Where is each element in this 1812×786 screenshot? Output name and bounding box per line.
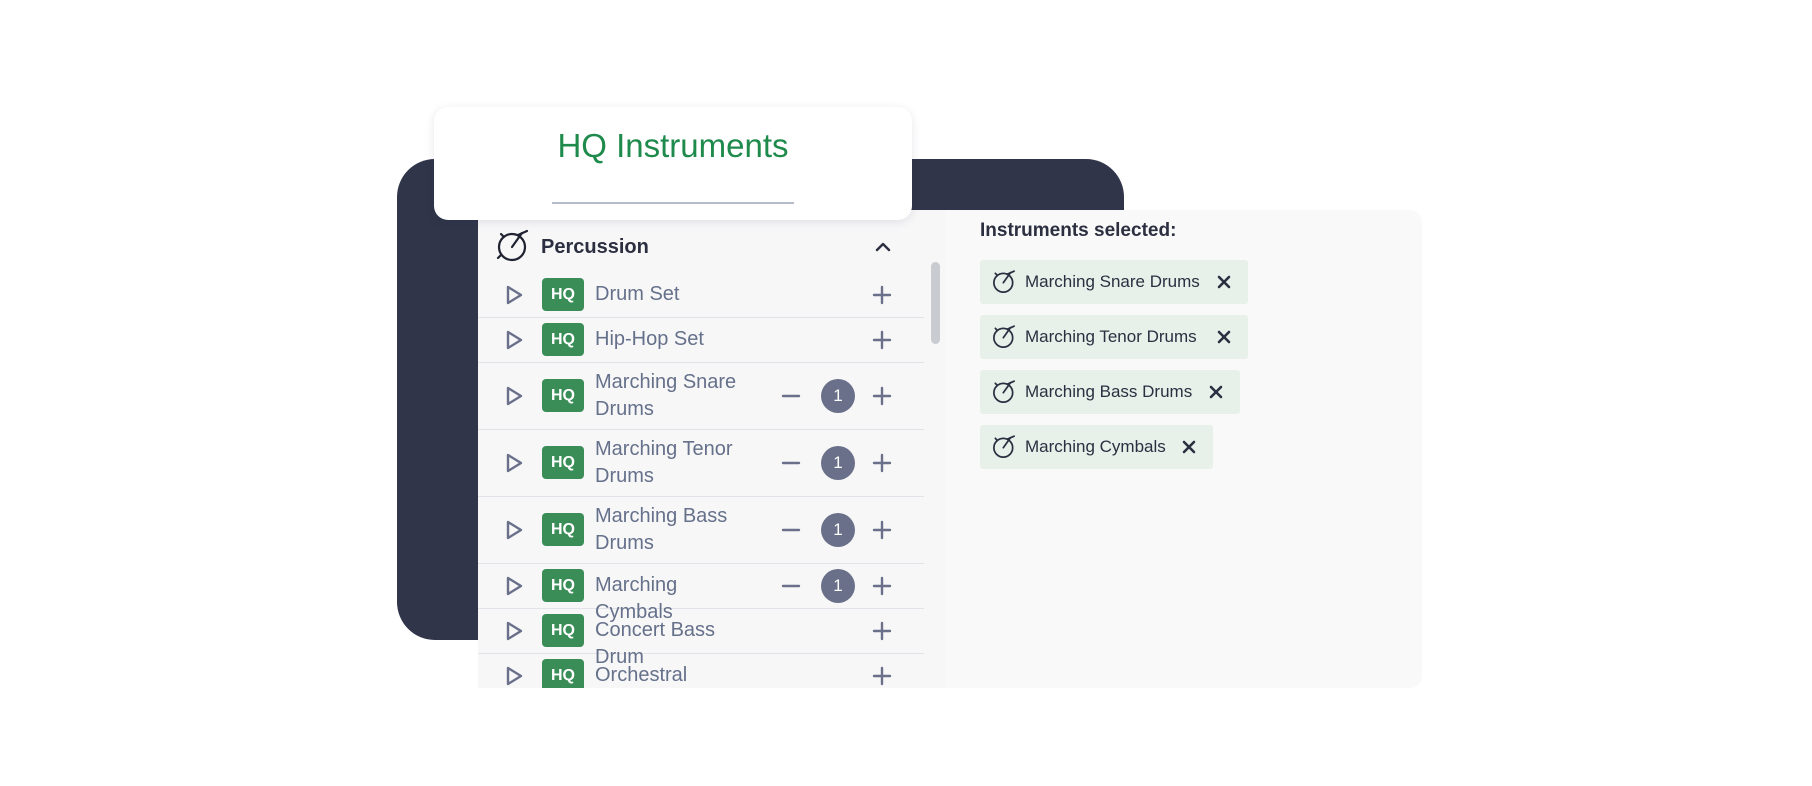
scrollbar-thumb[interactable] — [931, 262, 940, 344]
hq-badge: HQ — [542, 446, 584, 479]
category-header-percussion[interactable]: Percussion — [478, 228, 924, 268]
chip-label: Marching Cymbals — [1025, 437, 1166, 456]
add-instrument-button[interactable] — [871, 665, 893, 687]
drum-icon — [991, 434, 1017, 460]
count-badge: 1 — [821, 445, 855, 480]
drum-icon — [991, 269, 1017, 295]
selected-chip: Marching Snare Drums — [980, 260, 1248, 304]
add-instrument-button[interactable] — [871, 329, 893, 351]
page-title: HQ Instruments — [557, 127, 789, 164]
drum-icon — [495, 228, 531, 264]
hq-badge: HQ — [542, 379, 584, 412]
instrument-row: HQ Marching Snare Drums 1 — [478, 362, 924, 430]
play-icon[interactable] — [503, 575, 525, 597]
instrument-row: HQ Hip-Hop Set — [478, 317, 924, 363]
title-underline — [552, 202, 794, 204]
selected-chip: Marching Bass Drums — [980, 370, 1240, 414]
add-instrument-button[interactable] — [871, 620, 893, 642]
chip-label: Marching Bass Drums — [1025, 382, 1193, 401]
chip-label: Marching Tenor Drums — [1025, 327, 1197, 346]
instrument-row: HQ Drum Set — [478, 272, 924, 318]
add-instrument-button[interactable] — [871, 575, 893, 597]
instrument-name: Marching Tenor Drums — [595, 437, 733, 487]
instrument-name: Orchestral Cymbals — [595, 664, 688, 686]
close-icon[interactable] — [1216, 274, 1232, 290]
count-badge: 1 — [821, 512, 855, 547]
instrument-row: HQ Marching Bass Drums 1 — [478, 496, 924, 564]
play-icon[interactable] — [503, 329, 525, 351]
instrument-name: Marching Snare Drums — [595, 370, 737, 420]
hq-badge: HQ — [542, 659, 584, 688]
chip-label: Marching Snare Drums — [1025, 272, 1200, 291]
instrument-name: Hip-Hop Set — [595, 328, 704, 350]
title-card: HQ Instruments — [434, 107, 912, 220]
decrement-button[interactable] — [780, 452, 802, 474]
instrument-row: HQ Marching Cymbals 1 — [478, 563, 924, 623]
chevron-up-icon[interactable] — [872, 236, 894, 258]
instrument-name: Marching Bass Drums — [595, 504, 728, 554]
count-badge: 1 — [821, 378, 855, 413]
category-label: Percussion — [541, 236, 649, 258]
play-icon[interactable] — [503, 385, 525, 407]
selected-heading: Instruments selected: — [980, 220, 1177, 241]
hq-badge: HQ — [542, 569, 584, 602]
instrument-row: HQ Orchestral Cymbals — [478, 653, 924, 688]
instrument-list-panel: Percussion HQ Drum Set HQ Hip-Hop Set HQ Marc… — [478, 210, 925, 688]
instrument-name: Drum Set — [595, 283, 680, 305]
count-badge: 1 — [821, 568, 855, 603]
selected-chip: Marching Tenor Drums — [980, 315, 1248, 359]
instrument-row: HQ Concert Bass Drum — [478, 608, 924, 668]
hq-badge: HQ — [542, 278, 584, 311]
hq-badge: HQ — [542, 323, 584, 356]
close-icon[interactable] — [1181, 439, 1197, 455]
add-instrument-button[interactable] — [871, 284, 893, 306]
decrement-button[interactable] — [780, 575, 802, 597]
decrement-button[interactable] — [780, 385, 802, 407]
drum-icon — [991, 324, 1017, 350]
selected-instruments-panel: Instruments selected: Marching Snare Dru… — [946, 210, 1422, 688]
add-instrument-button[interactable] — [871, 385, 893, 407]
instrument-row: HQ Marching Tenor Drums 1 — [478, 429, 924, 497]
decrement-button[interactable] — [780, 519, 802, 541]
hq-badge: HQ — [542, 614, 584, 647]
hq-badge: HQ — [542, 513, 584, 546]
play-icon[interactable] — [503, 620, 525, 642]
add-instrument-button[interactable] — [871, 519, 893, 541]
add-instrument-button[interactable] — [871, 452, 893, 474]
close-icon[interactable] — [1208, 384, 1224, 400]
drum-icon — [991, 379, 1017, 405]
play-icon[interactable] — [503, 284, 525, 306]
play-icon[interactable] — [503, 665, 525, 687]
play-icon[interactable] — [503, 452, 525, 474]
close-icon[interactable] — [1216, 329, 1232, 345]
list-scrollbar[interactable] — [924, 210, 947, 688]
selected-chip: Marching Cymbals — [980, 425, 1213, 469]
play-icon[interactable] — [503, 519, 525, 541]
